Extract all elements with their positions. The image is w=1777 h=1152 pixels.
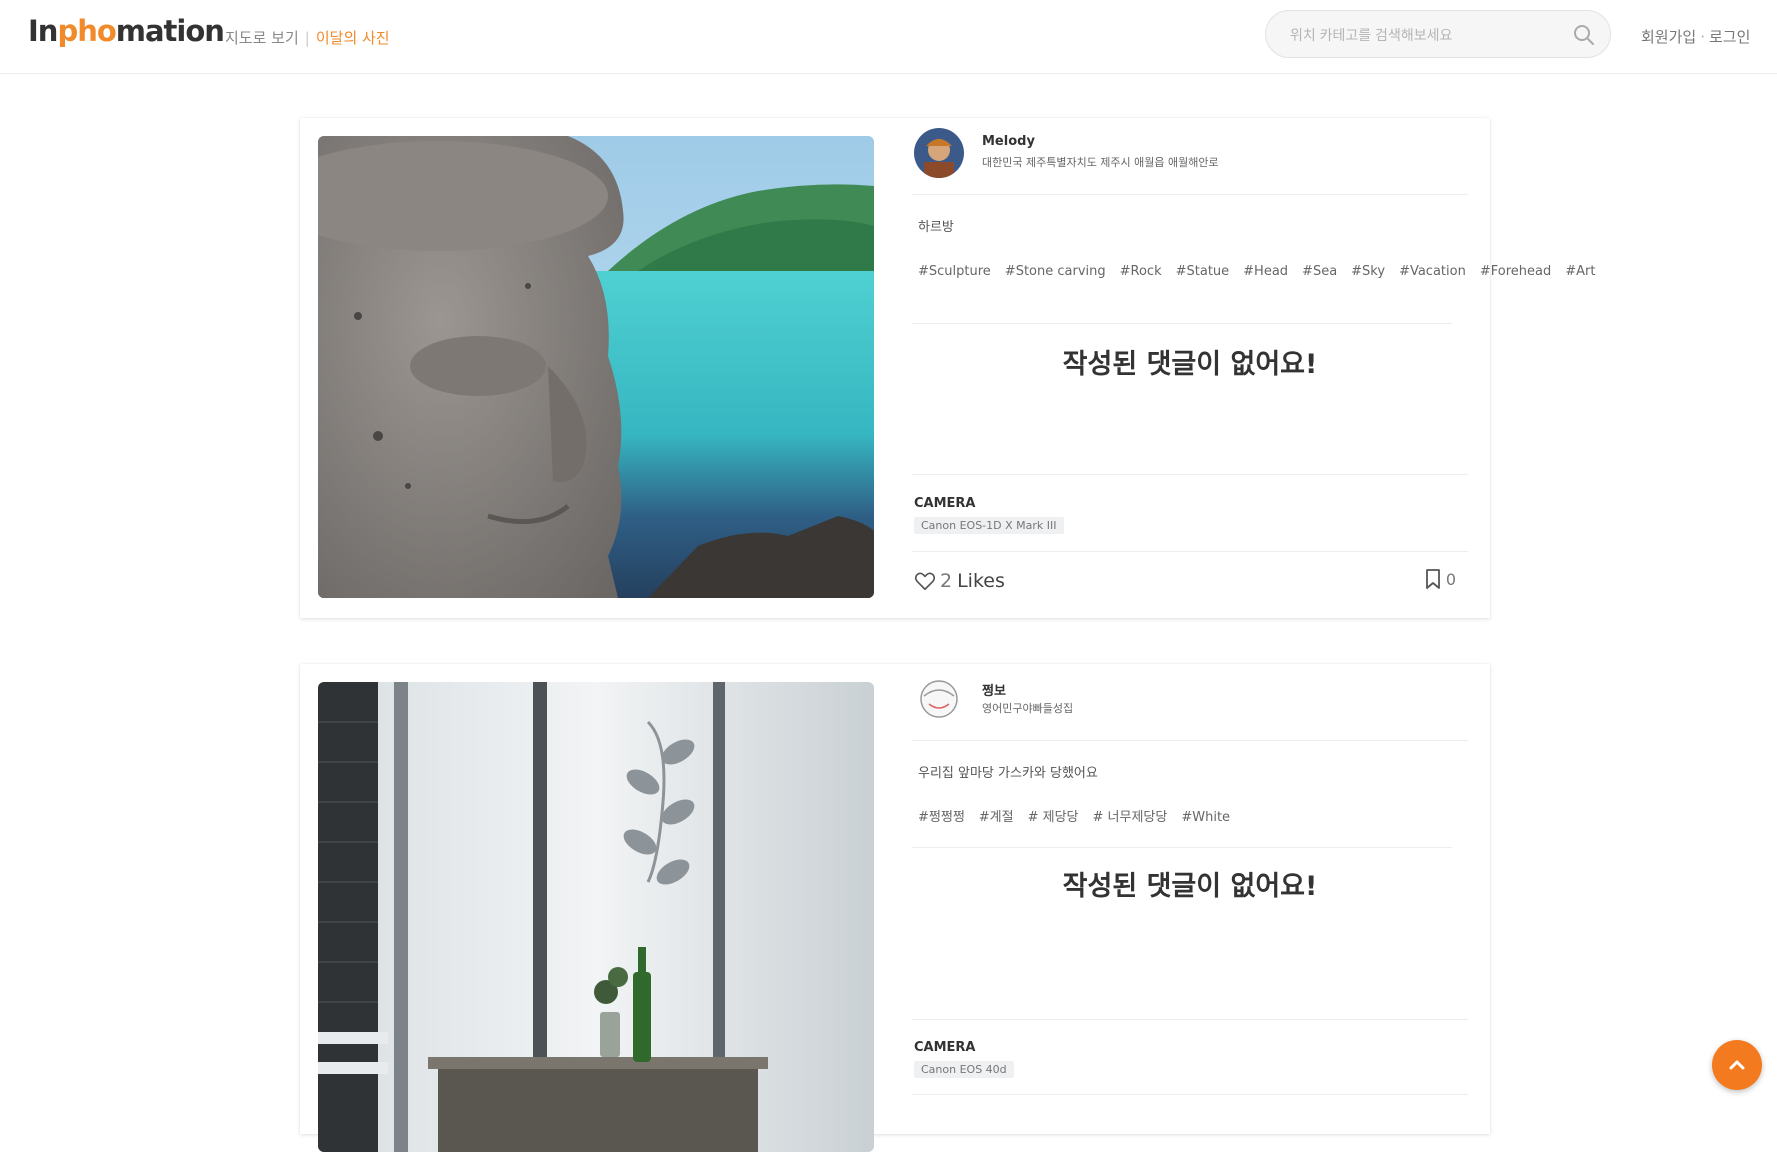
likes: 2 Likes	[914, 570, 1005, 592]
tag[interactable]: #계절	[979, 810, 1014, 825]
post-photo[interactable]	[318, 682, 874, 1152]
divider	[912, 551, 1468, 552]
divider	[912, 847, 1452, 848]
divider	[912, 474, 1468, 475]
tag[interactable]: #White	[1181, 810, 1230, 825]
search-box	[1265, 10, 1611, 58]
tag[interactable]: #Vacation	[1399, 264, 1466, 279]
post-username[interactable]: 쩡보	[982, 680, 1006, 699]
logo-part-3: mation	[115, 14, 225, 48]
post-username[interactable]: Melody	[982, 134, 1035, 149]
post-tags: #쩡쩡쩡 #계절 # 제당당 # 너무제당당 #White	[918, 806, 1458, 830]
likes-label: Likes	[957, 570, 1005, 592]
camera-label: CAMERA	[914, 496, 976, 511]
avatar[interactable]	[914, 674, 964, 724]
post-location: 대한민국 제주특별자치도 제주시 애월읍 애월해안로	[982, 156, 1219, 169]
tag[interactable]: #Head	[1243, 264, 1288, 279]
post-caption: 하르방	[918, 220, 954, 235]
post-card: Melody 대한민국 제주특별자치도 제주시 애월읍 애월해안로 하르방 #S…	[300, 118, 1595, 618]
tag[interactable]: #Forehead	[1480, 264, 1551, 279]
tag[interactable]: #Art	[1565, 264, 1595, 279]
avatar-image	[914, 674, 964, 724]
post-location: 영어민구야빠들성집	[982, 702, 1074, 715]
heart-icon[interactable]	[914, 570, 936, 592]
logo[interactable]: Inphomation	[28, 14, 225, 48]
nav-map-view[interactable]: 지도로 보기	[225, 29, 299, 47]
no-comment-message: 작성된 댓글이 없어요!	[1062, 871, 1318, 902]
bookmark-icon[interactable]	[1424, 568, 1442, 590]
post-tags: #Sculpture #Stone carving #Rock #Statue #Hea…	[918, 260, 1595, 284]
bookmark: 0	[1424, 568, 1456, 590]
divider	[912, 740, 1468, 741]
search-icon[interactable]	[1572, 23, 1596, 47]
avatar[interactable]	[914, 128, 964, 178]
divider	[912, 1094, 1468, 1095]
signup-link[interactable]: 회원가입	[1641, 28, 1696, 46]
tag[interactable]: # 제당당	[1028, 810, 1079, 825]
logo-part-2: pho	[57, 14, 116, 48]
chevron-up-icon	[1729, 1060, 1745, 1070]
nav-photo-of-month[interactable]: 이달의 사진	[316, 29, 390, 47]
camera-model: Canon EOS 40d	[914, 1061, 1014, 1078]
tag[interactable]: #쩡쩡쩡	[918, 810, 965, 825]
likes-count: 2	[940, 570, 953, 592]
tag[interactable]: #Sky	[1351, 264, 1385, 279]
tag[interactable]: # 너무제당당	[1093, 810, 1168, 825]
login-link[interactable]: 로그인	[1709, 28, 1750, 46]
harubang-photo	[318, 136, 874, 598]
post-photo[interactable]	[318, 136, 874, 598]
post-info: Melody 대한민국 제주특별자치도 제주시 애월읍 애월해안로 하르방 #S…	[912, 118, 1595, 618]
tag[interactable]: #Sea	[1302, 264, 1337, 279]
camera-model: Canon EOS-1D X Mark III	[914, 517, 1064, 534]
tag[interactable]: #Stone carving	[1005, 264, 1106, 279]
divider	[912, 1019, 1468, 1020]
post-card: 쩡보 영어민구야빠들성집 우리집 앞마당 가스카와 당했어요 #쩡쩡쩡 #계절 # …	[300, 664, 1490, 1152]
post-info: 쩡보 영어민구야빠들성집 우리집 앞마당 가스카와 당했어요 #쩡쩡쩡 #계절 # …	[912, 664, 1472, 1134]
nav-separator: |	[304, 29, 310, 47]
auth-links: 회원가입 · 로그인	[1641, 26, 1750, 47]
tag[interactable]: #Statue	[1176, 264, 1230, 279]
main-nav: 지도로 보기 | 이달의 사진	[225, 27, 390, 48]
logo-part-1: In	[28, 14, 58, 48]
post-caption: 우리집 앞마당 가스카와 당했어요	[918, 766, 1098, 781]
divider	[912, 323, 1452, 324]
avatar-image	[914, 128, 964, 178]
window-photo	[318, 682, 874, 1152]
tag[interactable]: #Sculpture	[918, 264, 991, 279]
camera-label: CAMERA	[914, 1040, 976, 1055]
top-header: Inphomation 지도로 보기 | 이달의 사진 회원가입·로그인	[0, 0, 1777, 74]
tag[interactable]: #Rock	[1120, 264, 1162, 279]
auth-separator: ·	[1700, 28, 1705, 46]
scroll-top-button[interactable]	[1712, 1040, 1762, 1090]
search-input[interactable]	[1288, 23, 1562, 47]
no-comment-message: 작성된 댓글이 없어요!	[1062, 349, 1318, 380]
bookmark-count: 0	[1445, 569, 1456, 589]
divider	[912, 194, 1468, 195]
